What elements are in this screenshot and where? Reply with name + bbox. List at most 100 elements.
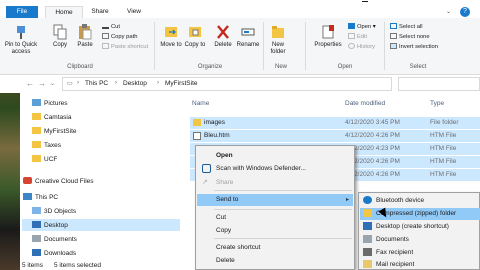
chevron-right-icon: ›: [157, 80, 159, 86]
address-bar[interactable]: ▭ › This PC › Desktop › MyFirstSite: [62, 77, 392, 91]
select-none-label: Select none: [399, 34, 430, 40]
edit-button[interactable]: Edit: [348, 33, 367, 41]
zip-folder-icon: [363, 209, 372, 217]
copy-to-button[interactable]: Copy to: [184, 24, 206, 49]
forward-icon[interactable]: →: [38, 79, 46, 88]
nav-item-myfirstsite[interactable]: MyFirstSite: [32, 127, 77, 135]
move-to-icon: [165, 27, 177, 37]
folder-icon: [193, 119, 201, 126]
computer-icon: [23, 193, 32, 200]
submenu-item-fax[interactable]: Fax recipient: [376, 249, 413, 256]
copy-to-label: Copy to: [184, 42, 206, 48]
status-selected-count: 5 items selected: [54, 262, 101, 269]
paste-shortcut-button[interactable]: Paste shortcut: [102, 43, 148, 51]
file-name: images: [204, 119, 225, 126]
nav-item-pictures[interactable]: Pictures: [32, 99, 67, 107]
nav-item-3d-objects[interactable]: 3D Objects: [32, 207, 76, 215]
submenu-item-bluetooth[interactable]: Bluetooth device: [376, 197, 424, 204]
delete-label: Delete: [214, 42, 232, 48]
menu-item-cut[interactable]: Cut: [216, 214, 226, 221]
documents-icon: [32, 235, 41, 242]
menu-item-send-to[interactable]: Send to: [216, 196, 238, 203]
column-header-date[interactable]: Date modified: [345, 100, 385, 107]
menu-item-copy[interactable]: Copy: [216, 227, 231, 234]
invert-selection-label: Invert selection: [399, 44, 438, 50]
copy-path-button[interactable]: Copy path: [102, 33, 137, 41]
pin-to-quick-access-button[interactable]: Pin to Quick access: [4, 24, 38, 56]
column-header-name[interactable]: Name: [192, 100, 209, 107]
submenu-item-documents[interactable]: Documents: [376, 236, 409, 243]
help-icon[interactable]: ?: [460, 7, 470, 17]
nav-item-ucf[interactable]: UCF: [32, 155, 57, 163]
recent-chevron-icon[interactable]: ⌄: [50, 80, 55, 87]
column-header-type[interactable]: Type: [430, 100, 444, 107]
menu-item-scan[interactable]: Scan with Windows Defender...: [216, 165, 306, 172]
submenu-item-desktop[interactable]: Desktop (create shortcut): [376, 223, 449, 230]
nav-item-desktop[interactable]: Desktop: [32, 221, 68, 229]
search-input[interactable]: [398, 77, 480, 91]
paste-button[interactable]: Paste: [74, 24, 96, 49]
rename-button[interactable]: Rename: [236, 24, 260, 49]
properties-icon: [322, 25, 334, 39]
breadcrumb-this-pc[interactable]: This PC: [85, 80, 108, 87]
context-menu: Open Scan with Windows Defender... ↗ Sha…: [195, 145, 355, 270]
select-none-icon: [390, 33, 397, 39]
menu-item-share[interactable]: Share: [216, 179, 233, 186]
nav-item-camtasia[interactable]: Camtasia: [32, 113, 71, 121]
share-icon: ↗: [202, 179, 208, 186]
file-row-images[interactable]: images 4/12/2020 3:45 PM File folder: [190, 117, 480, 129]
select-all-label: Select all: [399, 24, 423, 30]
computer-icon: ▭: [67, 81, 73, 87]
copy-label: Copy: [52, 42, 67, 48]
new-folder-button[interactable]: New folder: [266, 24, 290, 56]
open-button[interactable]: Open ▾: [348, 23, 376, 31]
menu-separator: [214, 190, 352, 191]
group-separator: [305, 22, 306, 70]
rename-icon: [241, 28, 255, 36]
nav-item-creative-cloud-files[interactable]: Creative Cloud Files: [23, 177, 94, 185]
breadcrumb-myfirstsite[interactable]: MyFirstSite: [165, 80, 198, 87]
copy-to-icon: [189, 27, 201, 37]
select-none-button[interactable]: Select none: [390, 33, 430, 41]
copy-button[interactable]: Copy: [50, 24, 70, 49]
open-group-label: Open: [337, 64, 353, 70]
nav-item-downloads[interactable]: Downloads: [32, 249, 76, 257]
minimize-icon[interactable]: [362, 1, 368, 2]
folder-icon: [32, 127, 41, 134]
group-separator: [154, 22, 155, 70]
menu-item-delete[interactable]: Delete: [216, 257, 235, 264]
desktop-icon: [363, 222, 372, 230]
nav-item-this-pc[interactable]: This PC: [23, 193, 58, 201]
tab-file[interactable]: File: [6, 6, 38, 18]
nav-item-documents[interactable]: Documents: [32, 235, 77, 243]
creative-cloud-icon: [23, 177, 32, 184]
menu-item-open[interactable]: Open: [216, 152, 233, 159]
chevron-down-icon[interactable]: ⌄: [446, 8, 451, 15]
invert-selection-button[interactable]: Invert selection: [390, 43, 438, 51]
cut-button[interactable]: Cut: [102, 23, 120, 31]
windows-defender-icon: [202, 164, 211, 173]
tab-share[interactable]: Share: [84, 6, 116, 18]
pin-label: Pin to Quick access: [4, 42, 38, 55]
menu-separator: [214, 238, 352, 239]
submenu-item-mail[interactable]: Mail recipient: [376, 261, 414, 268]
back-icon[interactable]: ←: [26, 79, 34, 88]
history-button[interactable]: History: [348, 43, 375, 51]
file-row-bleu[interactable]: Bleu.htm 4/12/2020 4:26 PM HTM File: [190, 130, 480, 142]
tab-view[interactable]: View: [120, 6, 148, 18]
breadcrumb-desktop[interactable]: Desktop: [123, 80, 147, 87]
nav-item-taxes[interactable]: Taxes: [32, 141, 61, 149]
new-folder-icon: [272, 26, 284, 38]
tab-home[interactable]: Home: [45, 6, 83, 18]
select-all-button[interactable]: Select all: [390, 23, 423, 31]
group-separator: [384, 22, 385, 70]
file-type: HTM File: [430, 171, 457, 178]
cut-label: Cut: [111, 24, 121, 30]
menu-item-create-shortcut[interactable]: Create shortcut: [216, 244, 260, 251]
move-to-button[interactable]: Move to: [160, 24, 182, 49]
delete-button[interactable]: Delete: [212, 24, 234, 49]
paste-icon: [79, 24, 92, 40]
nav-label: Pictures: [44, 100, 68, 107]
properties-button[interactable]: Properties: [312, 24, 344, 49]
paste-shortcut-label: Paste shortcut: [111, 44, 149, 50]
